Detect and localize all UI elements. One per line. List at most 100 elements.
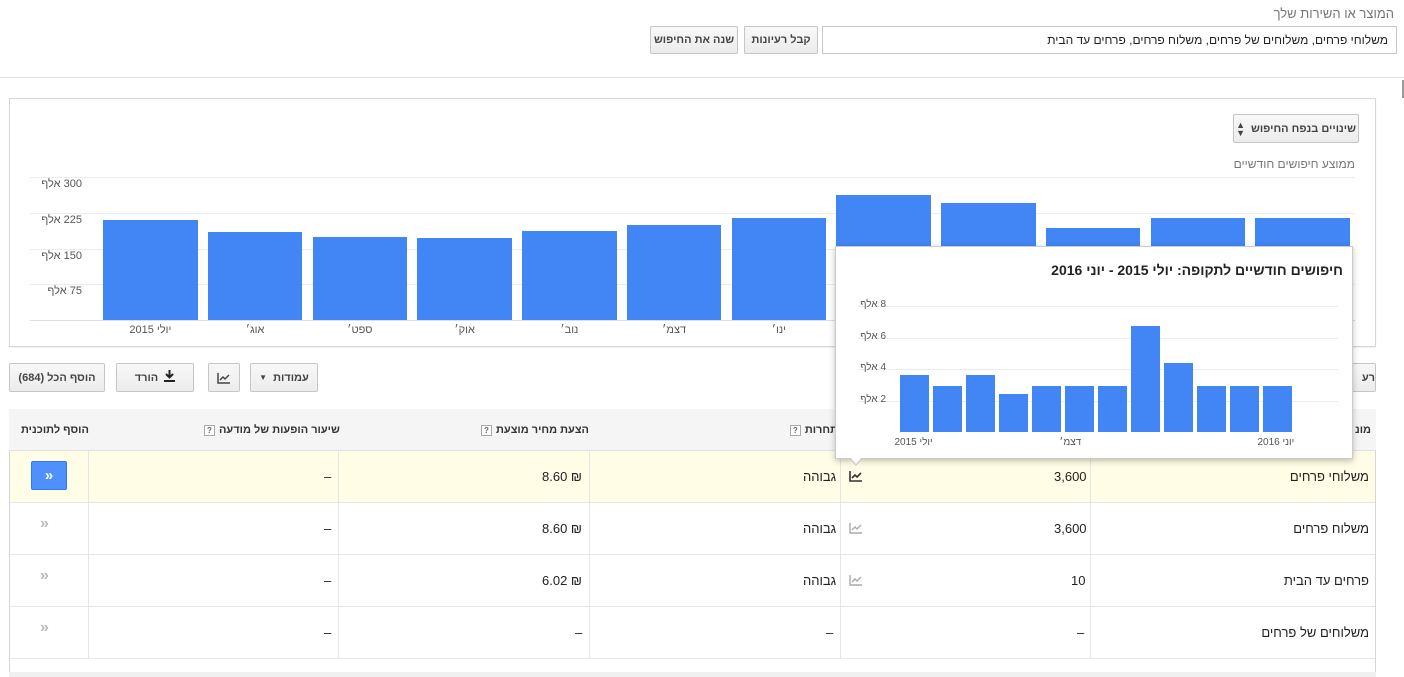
column-divider bbox=[589, 451, 590, 659]
bar bbox=[1031, 386, 1062, 432]
add-all-button[interactable]: הוסף הכל (684) bbox=[9, 363, 105, 392]
bar bbox=[998, 394, 1029, 432]
bar bbox=[1064, 386, 1095, 432]
trend-chart-icon[interactable] bbox=[849, 574, 863, 586]
competition-cell: גבוהה bbox=[803, 521, 837, 536]
trend-chart-icon[interactable] bbox=[849, 522, 863, 534]
help-icon[interactable]: ? bbox=[789, 424, 801, 436]
columns-button[interactable]: עמודות ▼ bbox=[250, 363, 318, 392]
column-divider bbox=[840, 451, 841, 659]
y-tick-label: 225 אלף bbox=[41, 213, 82, 226]
x-tick-label: אוק׳ bbox=[454, 324, 475, 336]
add-to-plan-column-header: הוסף לתוכנית bbox=[21, 424, 89, 436]
bar bbox=[1262, 386, 1293, 432]
add-to-plan-button[interactable]: » bbox=[31, 461, 67, 490]
help-icon[interactable]: ? bbox=[481, 424, 492, 436]
bar bbox=[103, 219, 198, 320]
add-to-plan-button[interactable]: » bbox=[40, 567, 49, 585]
search-volume-changes-button[interactable]: שינויים בנפח החיפוש ▲ ▼ bbox=[1233, 114, 1359, 143]
dropdown-arrow-icon: ▼ bbox=[259, 373, 268, 382]
x-tick-label: יולי 2015 bbox=[894, 437, 933, 448]
bid-cell: ₪ 8.60 bbox=[542, 469, 582, 484]
gridline bbox=[858, 306, 1338, 307]
column-divider bbox=[338, 451, 339, 659]
x-tick-label: יולי 2015 bbox=[129, 324, 172, 336]
product-service-label: המוצר או השירות שלך bbox=[1273, 6, 1394, 21]
bar bbox=[207, 231, 303, 320]
x-tick-label: דצמ׳ bbox=[1059, 437, 1082, 448]
bar bbox=[1196, 386, 1227, 432]
line-chart-icon bbox=[217, 372, 230, 384]
keyword-column-header[interactable]: מונ bbox=[1355, 424, 1371, 436]
monthly-searches-popup: חיפושים חודשיים לתקופה: יולי 2015 - יוני… bbox=[835, 246, 1353, 459]
competition-cell: גבוהה bbox=[803, 469, 837, 484]
x-tick-label: אוג׳ bbox=[245, 324, 265, 336]
add-to-plan-button[interactable]: » bbox=[40, 619, 49, 637]
divider bbox=[0, 77, 1404, 78]
column-divider bbox=[1090, 451, 1091, 659]
bar bbox=[731, 218, 826, 320]
bid-cell: ₪ 6.02 bbox=[542, 573, 582, 588]
table-row bbox=[10, 503, 1375, 555]
column-divider bbox=[88, 451, 89, 659]
bar bbox=[1097, 386, 1128, 432]
x-tick-label: ינו׳ bbox=[771, 324, 786, 336]
competition-column-header[interactable]: תחרות ? bbox=[788, 424, 838, 436]
y-tick-label: 6 אלף bbox=[860, 330, 886, 342]
suggested-bid-header-label: הצעת מחיר מוצעת bbox=[496, 424, 589, 436]
table-row bbox=[10, 607, 1375, 659]
product-search-input[interactable]: משלוחי פרחים, משלוחים של פרחים, משלוח פר… bbox=[822, 26, 1397, 54]
trend-chart-icon[interactable] bbox=[849, 470, 863, 482]
download-label: הורד bbox=[134, 371, 159, 384]
bid-cell: ₪ 8.60 bbox=[542, 521, 582, 536]
share-cell: – bbox=[324, 521, 332, 536]
table-footer bbox=[9, 672, 1376, 677]
bar bbox=[626, 224, 722, 320]
avg-searches-cell: 3,600 bbox=[1054, 521, 1087, 536]
bar bbox=[417, 238, 512, 320]
gridline bbox=[30, 177, 1355, 178]
avg-searches-cell: 3,600 bbox=[1054, 469, 1087, 484]
get-ideas-button[interactable]: קבל רעיונות bbox=[744, 26, 818, 54]
y-tick-label: 150 אלף bbox=[41, 249, 82, 262]
avg-searches-cell: – bbox=[1077, 625, 1085, 640]
help-icon[interactable]: ? bbox=[204, 424, 215, 436]
competition-cell: גבוהה bbox=[803, 573, 837, 588]
keyword-cell: משלוחים של פרחים bbox=[1261, 625, 1369, 640]
chart-toggle-button[interactable] bbox=[208, 363, 240, 392]
bar bbox=[932, 386, 963, 432]
bar bbox=[1130, 326, 1161, 432]
sort-arrows-icon: ▲ ▼ bbox=[1236, 119, 1245, 138]
chart-subtitle: ממוצע חיפושים חודשיים bbox=[1233, 157, 1355, 171]
y-tick-label: 75 אלף bbox=[47, 285, 82, 298]
download-icon bbox=[164, 370, 176, 385]
add-to-plan-header-label: הוסף לתוכנית bbox=[21, 424, 89, 436]
ad-impression-share-column-header[interactable]: שיעור הופעות של מודעה ? bbox=[204, 424, 340, 436]
y-tick-label: 2 אלף bbox=[860, 393, 886, 405]
impression-share-header-label: שיעור הופעות של מודעה bbox=[219, 424, 340, 436]
bar bbox=[965, 375, 996, 432]
gridline bbox=[30, 212, 1355, 214]
changes-button-label: שינויים בנפח החיפוש bbox=[1251, 122, 1356, 135]
modify-search-button[interactable]: שנה את החיפוש bbox=[650, 26, 738, 54]
gridline bbox=[858, 369, 1338, 370]
bar bbox=[899, 375, 930, 432]
bar bbox=[1229, 386, 1260, 432]
download-button[interactable]: הורד bbox=[116, 363, 194, 392]
table-row bbox=[10, 555, 1375, 607]
add-to-plan-button[interactable]: » bbox=[40, 515, 49, 533]
x-tick-label: יוני 2016 bbox=[1257, 437, 1295, 448]
competition-header-label: תחרות bbox=[804, 424, 838, 436]
y-tick-label: 4 אלף bbox=[860, 362, 886, 373]
columns-label: עמודות bbox=[273, 371, 309, 384]
bid-cell: – bbox=[575, 625, 583, 640]
share-cell: – bbox=[324, 573, 332, 588]
suggested-bid-column-header[interactable]: הצעת מחיר מוצעת ? bbox=[481, 424, 589, 436]
bar bbox=[1163, 362, 1194, 432]
share-cell: – bbox=[324, 469, 332, 484]
y-tick-label: 8 אלף bbox=[860, 299, 886, 310]
y-tick-label: 300 אלף bbox=[41, 178, 82, 190]
bar bbox=[522, 231, 617, 320]
x-tick-label: דצמ׳ bbox=[662, 324, 687, 336]
keyword-cell: משלוח פרחים bbox=[1293, 521, 1369, 536]
